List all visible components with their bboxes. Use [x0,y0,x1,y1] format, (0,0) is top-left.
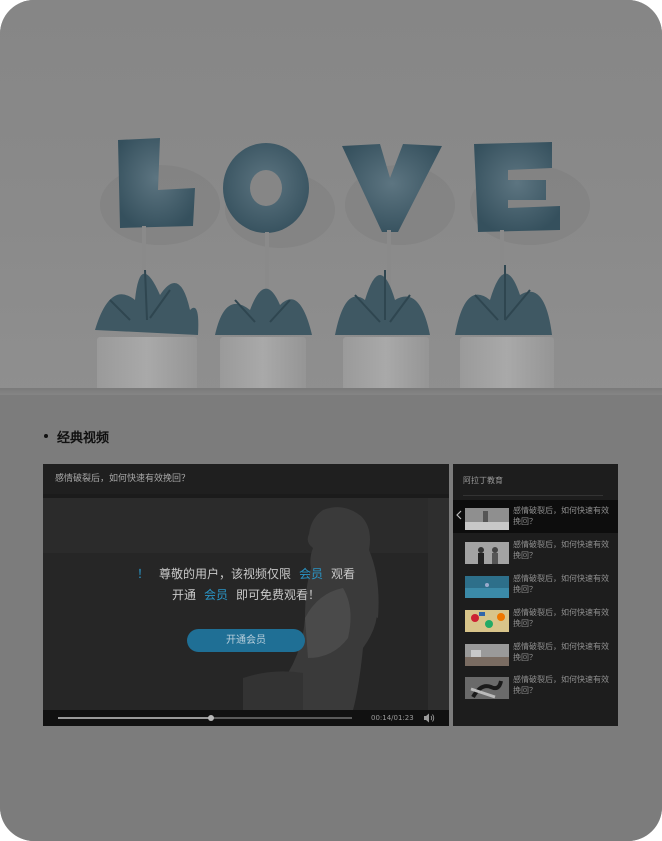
vip-link[interactable]: 会员 [204,588,228,602]
playlist-item[interactable]: 感情破裂后，如何快速有效挽回？ [453,636,618,669]
couple-icon [465,542,509,564]
room-icon [465,644,509,666]
hero-banner [0,0,662,395]
player-controls: 00:14/01:23 [43,710,449,726]
playlist-item-title: 感情破裂后，如何快速有效挽回？ [513,608,609,628]
progress-thumb[interactable] [207,715,214,721]
playlist-panel: 阿拉丁教育 感情破裂后，如何快速有效挽回？ 感情破裂后，如何快速有效挽回？ 感情破裂… [453,464,618,726]
hands-icon [465,677,509,699]
video-player: 感情破裂后，如何快速有效挽回？ ！尊敬的用户，该视频仅限 会员 观看 开通 会员 即可免… [43,464,449,726]
app-frame: 经典视频 感情破裂后，如何快速有效挽回？ ！尊敬的用户，该视频仅限 会员 观看 开通… [0,0,662,841]
notice-text: 即可免费观看！ [236,588,321,602]
progress-fill [58,717,211,719]
playlist-item[interactable]: 感情破裂后，如何快速有效挽回？ [453,669,618,702]
volume-icon[interactable] [423,712,435,724]
open-vip-button[interactable]: 开通会员 [187,629,305,652]
notice-text: 开通 [171,588,196,602]
section-title: 经典视频 [44,429,110,446]
playlist-item-title: 感情破裂后，如何快速有效挽回？ [513,675,609,695]
progress-bar[interactable] [58,715,352,721]
teal-scene-icon [465,576,509,598]
time-display: 00:14/01:23 [371,714,414,722]
gray-room-icon [465,508,509,530]
playlist-item[interactable]: 感情破裂后，如何快速有效挽回？ [453,534,618,567]
notice-text: 观看 [331,567,356,581]
letter-e-topiary [474,142,560,286]
vip-link[interactable]: 会员 [299,567,323,581]
love-plants-illustration [95,138,590,395]
notice-text: 尊敬的用户，该视频仅限 [158,567,291,581]
shelf [0,388,662,395]
section-title-text: 经典视频 [57,430,110,446]
playlist-item[interactable]: 感情破裂后，如何快速有效挽回？ [453,568,618,601]
playlist-item-title: 感情破裂后，如何快速有效挽回？ [513,540,609,560]
chevron-left-icon [456,510,462,520]
playlist-item-title: 感情破裂后，如何快速有效挽回？ [513,642,609,662]
playlist-item-title: 感情破裂后，如何快速有效挽回？ [513,574,609,594]
playlist-item-title: 感情破裂后，如何快速有效挽回？ [513,506,609,526]
colorful-items-icon [465,610,509,632]
pots [97,337,554,395]
vip-notice-line2: 开通 会员 即可免费观看！ [43,585,449,606]
vip-notice-line1: ！ 尊敬的用户，该视频仅限 会员 观看 [43,564,449,585]
playlist-item[interactable]: 感情破裂后，如何快速有效挽回？ [453,500,618,533]
warning-icon: ！ [136,567,149,581]
video-title: 感情破裂后，如何快速有效挽回？ [43,464,449,494]
video-frame[interactable]: ！尊敬的用户，该视频仅限 会员 观看 开通 会员 即可免费观看！ 开通会员 [43,498,449,710]
playlist-item[interactable]: 感情破裂后，如何快速有效挽回？ [453,602,618,635]
vip-notice: ！尊敬的用户，该视频仅限 会员 观看 开通 会员 即可免费观看！ [43,564,449,606]
playlist-header: 阿拉丁教育 [463,464,603,496]
bullet-icon [44,434,48,438]
letter-l-topiary [118,138,195,286]
